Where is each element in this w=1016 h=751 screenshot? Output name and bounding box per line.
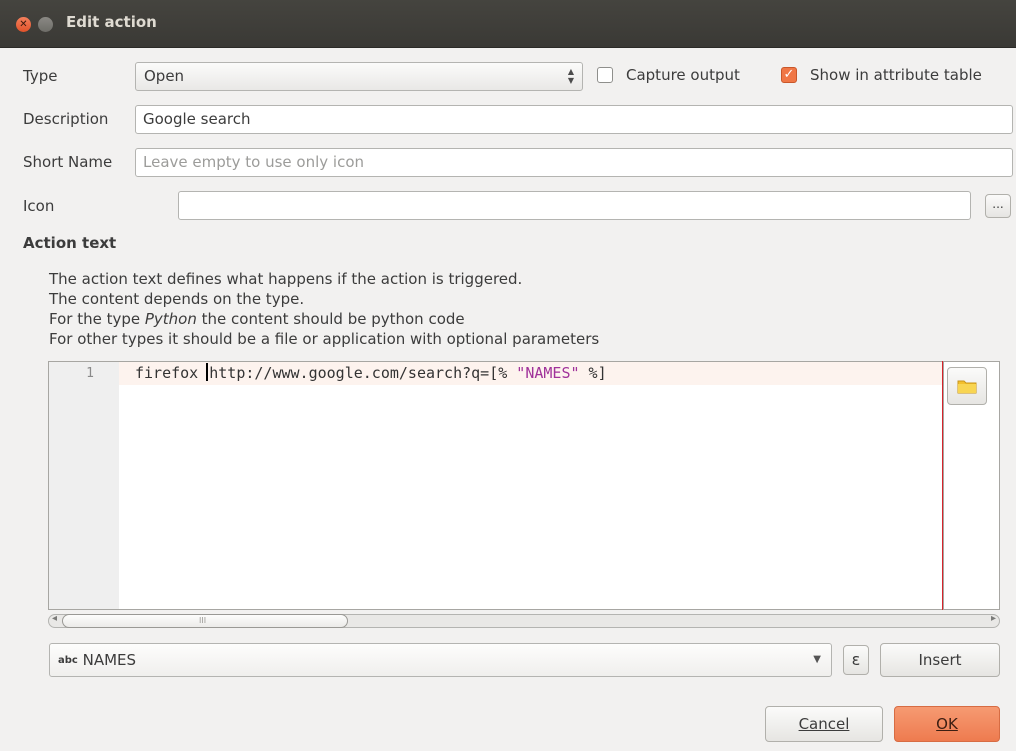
expression-button[interactable]: ε [843, 645, 869, 675]
help-line: For other types it should be a file or a… [49, 330, 600, 348]
folder-icon [957, 380, 977, 394]
icon-browse-button[interactable]: ... [985, 194, 1011, 218]
text-caret [206, 363, 209, 381]
minimize-window-icon[interactable] [38, 17, 53, 32]
show-in-table-checkbox[interactable]: ✓ [781, 67, 797, 83]
description-input[interactable]: Google search [135, 105, 1013, 134]
short-name-label: Short Name [23, 153, 113, 171]
edge-column-line [942, 361, 943, 610]
field-combobox-value: NAMES [82, 651, 137, 669]
type-label: Type [23, 67, 58, 85]
icon-label: Icon [23, 197, 55, 215]
insert-button[interactable]: Insert [880, 643, 1000, 677]
show-in-table-label: Show in attribute table [810, 66, 982, 84]
cancel-button[interactable]: Cancel [765, 706, 883, 742]
string-type-icon: abc [58, 655, 78, 666]
window-title: Edit action [66, 13, 157, 31]
help-line: For the type Python the content should b… [49, 310, 465, 328]
action-text-heading: Action text [23, 234, 117, 252]
action-text-help: The action text defines what happens if … [49, 269, 599, 349]
capture-output-checkbox[interactable] [597, 67, 613, 83]
capture-output-label: Capture output [626, 66, 740, 84]
chevron-down-icon: ▼ [813, 654, 821, 665]
scroll-left-icon[interactable]: ◂ [52, 613, 57, 624]
ok-button[interactable]: OK [894, 706, 1000, 742]
horizontal-scrollbar[interactable]: ◂ III ▸ [48, 611, 1000, 631]
code-editor[interactable]: 1 firefox http://www.google.com/search?q… [48, 361, 944, 610]
type-combobox[interactable]: Open ▲ ▼ [135, 62, 583, 91]
scroll-right-icon[interactable]: ▸ [991, 613, 996, 624]
code-line: firefox http://www.google.com/search?q=[… [135, 363, 607, 382]
scrollbar-thumb[interactable]: III [62, 614, 348, 628]
icon-path-input[interactable] [178, 191, 971, 220]
close-window-icon[interactable]: ✕ [16, 17, 31, 32]
line-number: 1 [86, 366, 94, 381]
description-label: Description [23, 110, 109, 128]
checkmark-icon: ✓ [783, 67, 795, 82]
thumb-grip-icon: III [199, 616, 207, 625]
help-line: The content depends on the type. [49, 290, 305, 308]
field-combobox[interactable]: abc NAMES ▼ [49, 643, 832, 677]
short-name-input[interactable]: Leave empty to use only icon [135, 148, 1013, 177]
line-number-gutter: 1 [49, 362, 119, 609]
open-file-button[interactable] [947, 367, 987, 405]
title-bar: ✕ Edit action [0, 0, 1016, 48]
type-value: Open [144, 67, 185, 85]
editor-side-panel [944, 361, 1000, 610]
help-line: The action text defines what happens if … [49, 270, 523, 288]
spin-arrows-icon: ▲ ▼ [567, 67, 574, 85]
